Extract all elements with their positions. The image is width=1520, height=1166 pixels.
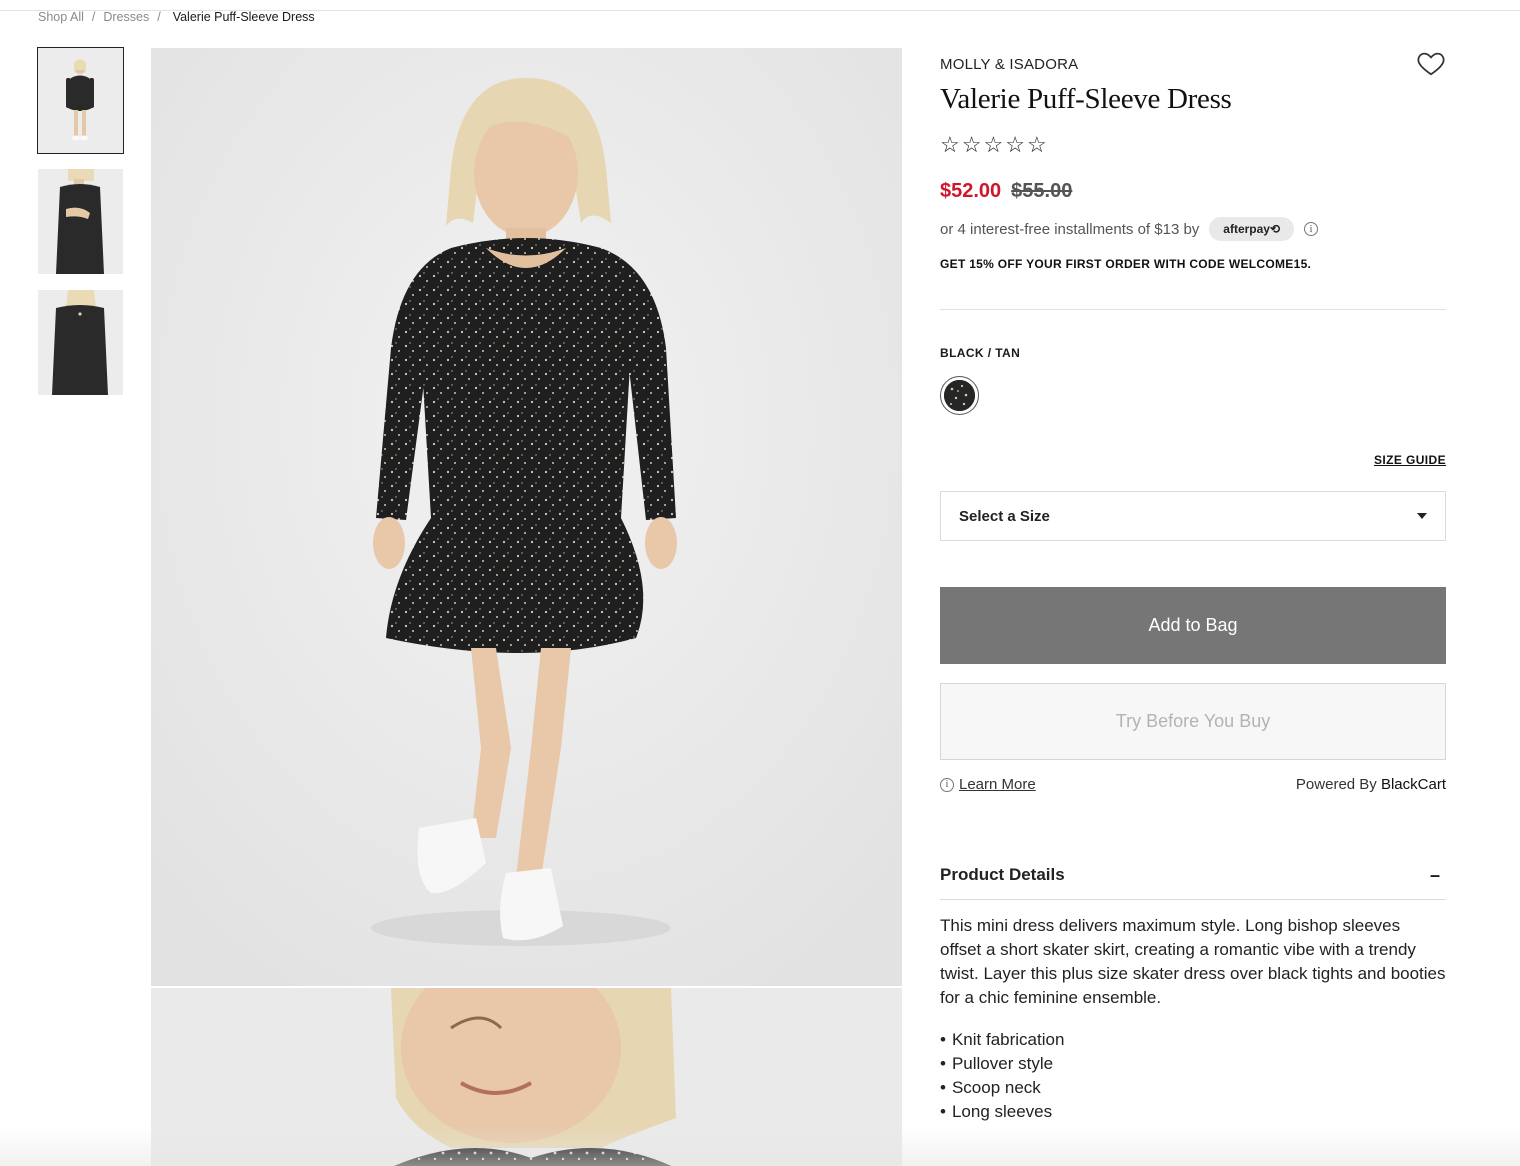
- installments-text: or 4 interest-free installments of $13 b…: [940, 220, 1200, 238]
- feature-item: Scoop neck: [940, 1076, 1446, 1100]
- breadcrumb-current: Valerie Puff-Sleeve Dress: [172, 10, 315, 24]
- breadcrumb-separator: /: [91, 10, 96, 24]
- powered-by-brand: BlackCart: [1380, 776, 1446, 793]
- learn-more-group: i Learn More: [940, 776, 1036, 793]
- thumbnail-back[interactable]: [38, 290, 123, 395]
- feature-list: Knit fabrication Pullover style Scoop ne…: [940, 1028, 1446, 1124]
- size-guide-row: SIZE GUIDE: [940, 451, 1446, 469]
- star-outline-icon: ☆: [1005, 132, 1025, 157]
- original-price: $55.00: [1011, 180, 1073, 202]
- color-label: BLACK / TAN: [940, 346, 1021, 360]
- wishlist-heart-icon[interactable]: [1416, 48, 1446, 78]
- rating-stars[interactable]: ☆ ☆ ☆ ☆ ☆: [940, 132, 1446, 158]
- try-before-you-buy-button[interactable]: Try Before You Buy: [940, 683, 1446, 760]
- caret-down-icon: [1417, 513, 1427, 519]
- star-outline-icon: ☆: [1026, 132, 1047, 157]
- breadcrumb-shop-all[interactable]: Shop All: [38, 10, 84, 24]
- size-guide-link[interactable]: SIZE GUIDE: [1374, 453, 1446, 467]
- star-outline-icon: ☆: [983, 132, 1004, 157]
- breadcrumb: Shop All / Dresses / Valerie Puff-Sleeve…: [38, 10, 315, 24]
- product-title: Valerie Puff-Sleeve Dress: [940, 83, 1232, 115]
- feature-item: Long sleeves: [940, 1100, 1446, 1124]
- product-details-title: Product Details: [940, 865, 1065, 884]
- add-to-bag-button[interactable]: Add to Bag: [940, 587, 1446, 664]
- product-description: This mini dress delivers maximum style. …: [940, 916, 1446, 1007]
- afterpay-badge[interactable]: afterpay⟲: [1209, 217, 1295, 241]
- thumbnail-list: [37, 47, 124, 411]
- product-image-main[interactable]: [151, 48, 902, 986]
- info-icon: i: [940, 777, 954, 792]
- info-icon[interactable]: i: [1304, 222, 1319, 236]
- powered-by-label: Powered By: [1295, 776, 1377, 793]
- feature-item: Knit fabrication: [940, 1028, 1446, 1052]
- swatch-fill: [944, 380, 975, 411]
- learn-more-link[interactable]: Learn More: [959, 776, 1036, 793]
- product-brand[interactable]: MOLLY & ISADORA: [940, 56, 1446, 73]
- star-outline-icon: ☆: [940, 132, 960, 157]
- thumbnail-side[interactable]: [38, 169, 123, 274]
- breadcrumb-separator: /: [157, 10, 161, 24]
- promo-message: GET 15% OFF YOUR FIRST ORDER WITH CODE W…: [940, 257, 1312, 271]
- thumbnail-front[interactable]: [37, 47, 124, 154]
- section-divider: [940, 309, 1446, 310]
- feature-item: Pullover style: [940, 1052, 1446, 1076]
- size-select-value: Select a Size: [959, 507, 1050, 525]
- sale-price: $52.00: [940, 180, 1002, 202]
- product-image-closeup[interactable]: [151, 988, 902, 1166]
- star-outline-icon: ☆: [961, 132, 982, 157]
- collapse-minus-icon: –: [1429, 865, 1440, 885]
- installments-row: or 4 interest-free installments of $13 b…: [940, 217, 1446, 241]
- blackcart-row: i Learn More Powered By BlackCart: [940, 776, 1446, 793]
- size-select[interactable]: Select a Size: [940, 491, 1446, 541]
- price-block: $52.00 $55.00: [940, 180, 1446, 203]
- product-details-toggle[interactable]: Product Details –: [940, 865, 1446, 900]
- powered-by: Powered By BlackCart: [1296, 776, 1446, 793]
- product-info: MOLLY & ISADORA Valerie Puff-Sleeve Dres…: [940, 48, 1446, 1124]
- breadcrumb-dresses[interactable]: Dresses: [103, 10, 149, 24]
- color-swatch-black-tan[interactable]: [940, 376, 979, 415]
